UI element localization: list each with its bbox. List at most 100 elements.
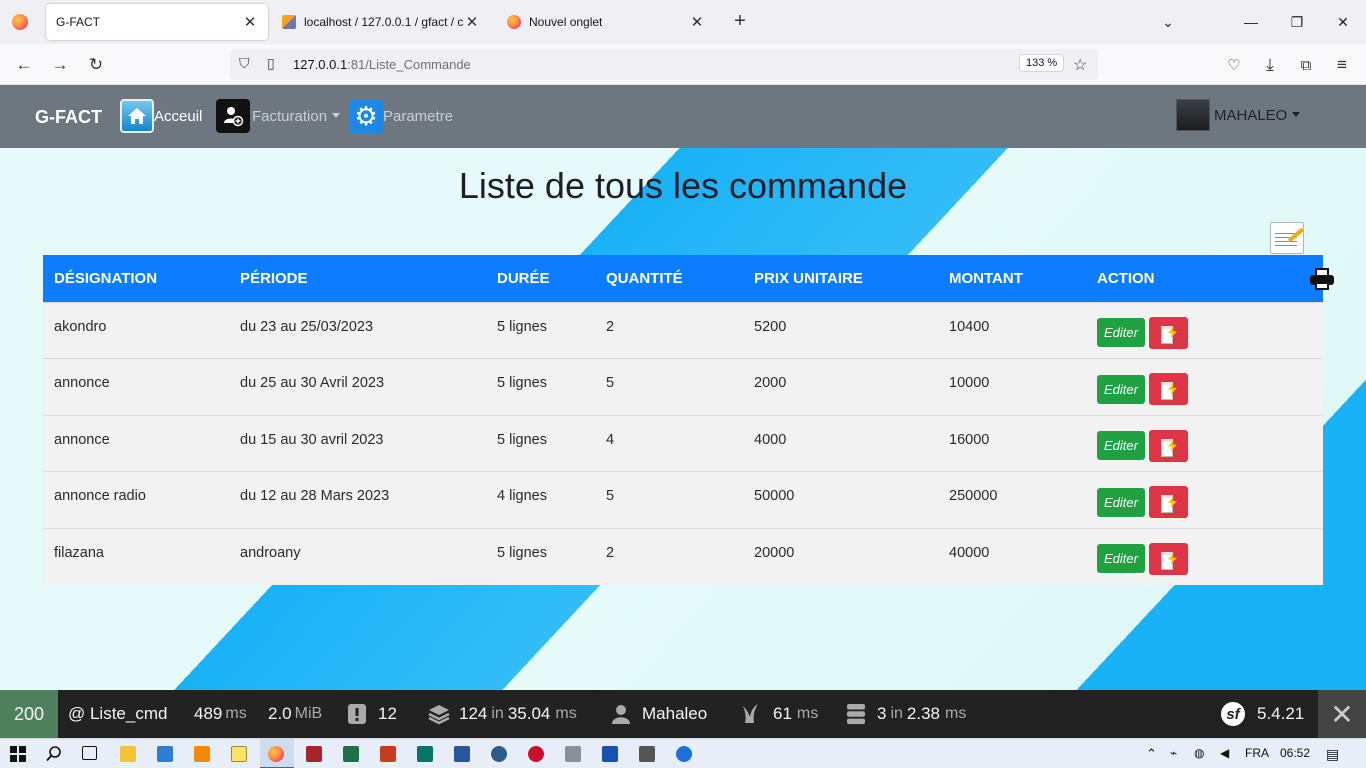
- tray-chevron-icon[interactable]: ⌃: [1146, 746, 1157, 762]
- cell-periode: du 15 au 30 avril 2023: [240, 431, 384, 448]
- new-tab-button[interactable]: +: [730, 10, 750, 33]
- route-name[interactable]: @ Liste_cmd: [68, 690, 167, 738]
- url-text[interactable]: 127.0.0.1:81/Liste_Commande: [293, 57, 471, 72]
- request-time[interactable]: 489 ms: [194, 690, 247, 738]
- menu-icon[interactable]: ≡: [1329, 52, 1355, 78]
- symfony-version[interactable]: sf 5.4.21: [1221, 690, 1304, 738]
- edit-button[interactable]: Editer: [1097, 318, 1145, 347]
- database-panel[interactable]: 124 in 35.04 ms: [427, 690, 577, 738]
- notepad-icon[interactable]: [1270, 222, 1304, 254]
- language-indicator[interactable]: FRA: [1245, 746, 1269, 760]
- windows-start-icon[interactable]: [10, 746, 26, 762]
- delete-button[interactable]: [1149, 316, 1188, 349]
- nav-settings[interactable]: ⚙ Parametre: [349, 99, 453, 133]
- firefox-icon: [12, 14, 28, 30]
- app-icon-6[interactable]: [676, 746, 692, 762]
- cell-quantite: 4: [606, 431, 615, 448]
- clock[interactable]: 06:52: [1280, 746, 1310, 760]
- tab-new-tab[interactable]: Nouvel onglet ✕: [497, 4, 715, 40]
- cache-time: 2.38: [906, 704, 941, 723]
- access-icon[interactable]: [306, 746, 322, 762]
- printer-icon[interactable]: [1310, 268, 1334, 290]
- forward-button[interactable]: →: [47, 52, 73, 78]
- zoom-level[interactable]: 133 %: [1019, 54, 1065, 72]
- cache-panel[interactable]: 3 in 2.38 ms: [845, 690, 966, 738]
- pocket-icon[interactable]: ♡: [1221, 52, 1247, 78]
- security-panel[interactable]: Mahaleo: [610, 690, 707, 738]
- nav-home[interactable]: Acceuil: [120, 99, 202, 133]
- nav-settings-label: Parametre: [383, 107, 454, 125]
- memory-value: 2.0: [268, 704, 292, 723]
- extensions-icon[interactable]: ⧉: [1293, 52, 1319, 78]
- firefox-taskbar-icon[interactable]: [268, 746, 284, 762]
- delete-button[interactable]: [1149, 542, 1188, 575]
- app-icon-1[interactable]: [491, 746, 507, 762]
- back-button[interactable]: ←: [11, 52, 37, 78]
- toolbar-close-button[interactable]: ✕: [1318, 690, 1366, 738]
- firefox-menu-button[interactable]: [0, 0, 40, 44]
- tab-gfact[interactable]: G-FACT ✕: [46, 4, 268, 40]
- edit-button[interactable]: Editer: [1097, 544, 1145, 574]
- app-icon-4[interactable]: [602, 746, 618, 762]
- brand[interactable]: G-FACT: [35, 107, 102, 128]
- request-time-value: 489: [194, 704, 223, 723]
- delete-button[interactable]: [1149, 429, 1188, 462]
- reload-button[interactable]: ↻: [83, 52, 109, 78]
- notifications-icon[interactable]: ▤: [1326, 746, 1339, 763]
- memory-usage[interactable]: 2.0 MiB: [268, 690, 322, 738]
- close-icon[interactable]: ✕: [689, 13, 705, 31]
- close-icon[interactable]: ✕: [242, 13, 258, 31]
- vscode-icon[interactable]: [157, 746, 173, 762]
- powerpoint-icon[interactable]: [380, 746, 396, 762]
- cell-designation: annonce radio: [54, 488, 146, 505]
- url-bar[interactable]: ⛉ ▯ 127.0.0.1:81/Liste_Commande 133 % ☆: [230, 49, 1098, 80]
- sublime-text-icon[interactable]: [194, 746, 210, 762]
- logs-panel[interactable]: 12: [346, 690, 397, 738]
- search-icon[interactable]: [46, 746, 62, 762]
- cell-montant: 10400: [949, 318, 990, 335]
- close-icon[interactable]: ✕: [464, 13, 480, 31]
- cell-duree: 5 lignes: [497, 318, 547, 335]
- nav-billing[interactable]: Facturation: [216, 99, 340, 133]
- cell-periode: androany: [240, 544, 301, 561]
- edit-button[interactable]: Editer: [1097, 431, 1145, 461]
- edit-button[interactable]: Editer: [1097, 487, 1145, 517]
- cell-periode: du 23 au 25/03/2023: [240, 318, 374, 335]
- twig-panel[interactable]: 61 ms: [741, 690, 818, 738]
- col-header-periode: Période: [240, 269, 308, 287]
- globe-icon[interactable]: ◍: [1194, 746, 1204, 760]
- edit-button[interactable]: Editer: [1097, 374, 1145, 404]
- volume-icon[interactable]: ◀: [1220, 746, 1229, 760]
- app-icon-2[interactable]: [528, 746, 544, 762]
- app-icon-3[interactable]: [565, 746, 581, 762]
- layers-icon: [427, 703, 450, 725]
- delete-button[interactable]: [1149, 486, 1188, 519]
- window-close-button[interactable]: ✕: [1320, 0, 1366, 44]
- symfony-version-value: 5.4.21: [1257, 704, 1305, 723]
- delete-button[interactable]: [1149, 373, 1188, 406]
- cell-quantite: 5: [606, 375, 615, 392]
- file-explorer-icon[interactable]: [120, 746, 136, 762]
- word-icon[interactable]: [454, 746, 470, 762]
- shield-icon[interactable]: ⛉: [239, 55, 250, 72]
- alert-icon: [346, 703, 368, 725]
- task-view-icon[interactable]: [82, 746, 97, 760]
- status-code[interactable]: 200: [0, 690, 58, 738]
- tab-phpmyadmin[interactable]: localhost / 127.0.0.1 / gfact / cm ✕: [272, 4, 490, 40]
- page-content: G-FACT Acceuil Facturation ⚙ Parametre M…: [0, 85, 1366, 690]
- list-tabs-button[interactable]: ⌄: [1145, 0, 1191, 44]
- user-menu[interactable]: MAHALEO: [1176, 99, 1300, 131]
- minimize-button[interactable]: —: [1228, 0, 1274, 44]
- cell-quantite: 2: [606, 544, 615, 561]
- downloads-icon[interactable]: ⤓: [1257, 52, 1283, 78]
- windows-taskbar: ⌃ ⌁ ◍ ◀ FRA 06:52 ▤: [0, 738, 1366, 768]
- publisher-icon[interactable]: [417, 746, 433, 762]
- app-icon-5[interactable]: [639, 746, 655, 762]
- notepad-app-icon[interactable]: [231, 746, 247, 762]
- bookmark-star-icon[interactable]: ☆: [1073, 55, 1087, 75]
- restore-button[interactable]: ❐: [1274, 0, 1320, 44]
- network-icon[interactable]: ⌁: [1170, 746, 1177, 760]
- cell-prix: 4000: [754, 431, 787, 448]
- cell-action: Editer: [1086, 415, 1323, 472]
- excel-icon[interactable]: [343, 746, 359, 762]
